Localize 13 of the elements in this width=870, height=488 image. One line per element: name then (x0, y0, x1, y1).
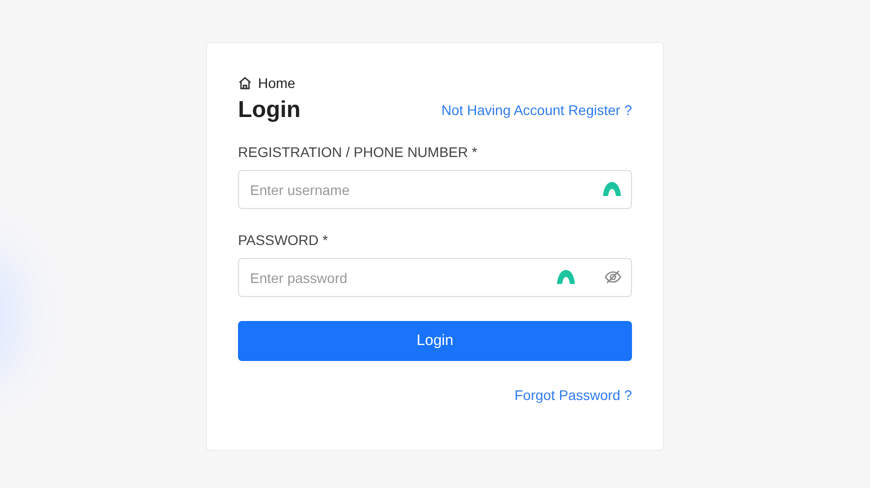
eye-slash-icon[interactable] (604, 269, 622, 285)
login-button[interactable]: Login (238, 321, 632, 361)
forgot-password-link[interactable]: Forgot Password ? (514, 385, 632, 406)
password-field[interactable]: Enter password (238, 258, 632, 297)
field-label: REGISTRATION / PHONE NUMBER * (238, 143, 478, 161)
home-icon (238, 76, 252, 90)
password-manager-icon[interactable] (556, 269, 576, 285)
password-manager-icon[interactable] (602, 181, 622, 197)
home-link[interactable]: Home (258, 72, 296, 94)
username-field[interactable]: Enter username (238, 170, 632, 209)
field-label: PASSWORD * (238, 231, 329, 249)
register-link[interactable]: Not Having Account Register ? (441, 100, 632, 121)
page-title: Login (238, 95, 301, 123)
